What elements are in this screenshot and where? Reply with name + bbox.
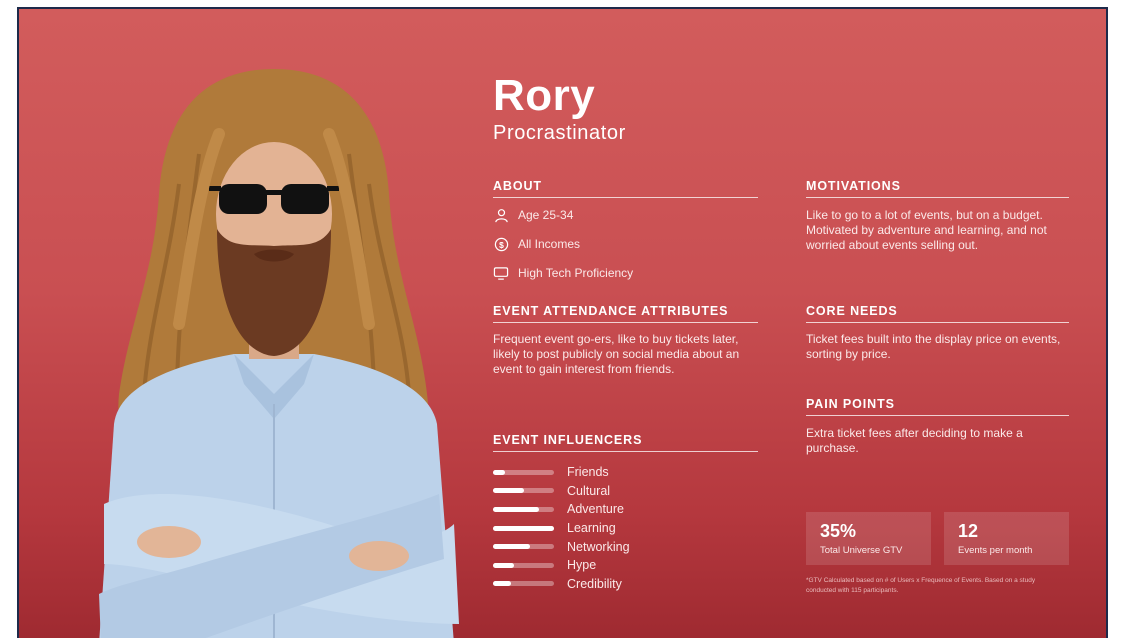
influencer-label: Credibility <box>567 576 622 591</box>
attendance-text: Frequent event go-ers, like to buy ticke… <box>493 332 740 376</box>
influencer-bar-fill <box>493 562 515 568</box>
stat-gtv-label: Total Universe GTV <box>820 545 903 556</box>
attendance-heading: EVENT ATTENDANCE ATTRIBUTES <box>493 304 758 323</box>
influencer-bar-fill <box>493 581 512 587</box>
footnote: *GTV Calculated based on # of Users x Fr… <box>806 577 1036 594</box>
about-tech-row: High Tech Proficiency <box>493 265 633 281</box>
influencer-label: Adventure <box>567 502 624 517</box>
influencer-bar <box>493 525 554 531</box>
influencer-bar <box>493 469 554 475</box>
influencer-row: Credibility <box>493 575 630 594</box>
core-needs-text: Ticket fees built into the display price… <box>806 332 1061 361</box>
stat-gtv-value: 35% <box>820 521 857 541</box>
influencer-bar-fill <box>493 469 506 475</box>
person-icon <box>493 207 509 223</box>
about-income: All Incomes <box>518 237 581 251</box>
influencer-bar-fill <box>493 525 554 531</box>
dollar-circle-icon: $ <box>493 236 509 252</box>
influencer-row: Hype <box>493 556 630 575</box>
influencers-list: Friends Cultural Adventure Learning Netw… <box>493 463 630 593</box>
motivations-heading: MOTIVATIONS <box>806 179 1069 198</box>
influencer-label: Cultural <box>567 483 611 498</box>
persona-photo <box>99 69 459 638</box>
about-age-row: Age 25-34 <box>493 207 573 223</box>
influencer-label: Learning <box>567 521 616 536</box>
svg-text:$: $ <box>499 239 504 249</box>
influencer-bar <box>493 544 554 550</box>
about-heading: ABOUT <box>493 179 758 198</box>
influencer-label: Hype <box>567 558 597 573</box>
influencer-label: Networking <box>567 539 630 554</box>
influencer-bar <box>493 506 554 512</box>
influencer-row: Friends <box>493 463 630 482</box>
persona-card: Rory Procrastinator ABOUT Age 25-34 $ Al… <box>17 7 1108 638</box>
influencer-bar <box>493 488 554 494</box>
motivations-text: Like to go to a lot of events, but on a … <box>806 208 1047 252</box>
persona-name: Rory <box>493 71 596 120</box>
influencer-bar-fill <box>493 506 539 512</box>
stat-events: 12 Events per month <box>944 512 1069 565</box>
influencer-bar-fill <box>493 488 524 494</box>
influencer-bar-fill <box>493 544 530 550</box>
monitor-icon <box>493 265 509 281</box>
about-tech: High Tech Proficiency <box>518 266 634 280</box>
pain-points-heading: PAIN POINTS <box>806 397 1069 416</box>
influencer-label: Friends <box>567 465 609 480</box>
about-income-row: $ All Incomes <box>493 236 580 252</box>
stat-events-value: 12 <box>958 521 979 541</box>
influencer-row: Adventure <box>493 500 630 519</box>
stat-gtv: 35% Total Universe GTV <box>806 512 931 565</box>
stat-events-label: Events per month <box>958 545 1033 556</box>
influencer-bar <box>493 562 554 568</box>
influencer-row: Learning <box>493 519 630 538</box>
influencer-bar <box>493 581 554 587</box>
influencer-row: Networking <box>493 537 630 556</box>
pain-points-text: Extra ticket fees after deciding to make… <box>806 426 1023 455</box>
influencer-row: Cultural <box>493 482 630 501</box>
about-age: Age 25-34 <box>518 208 574 222</box>
core-needs-heading: CORE NEEDS <box>806 304 1069 323</box>
persona-role: Procrastinator <box>493 122 626 144</box>
influencers-heading: EVENT INFLUENCERS <box>493 433 758 452</box>
